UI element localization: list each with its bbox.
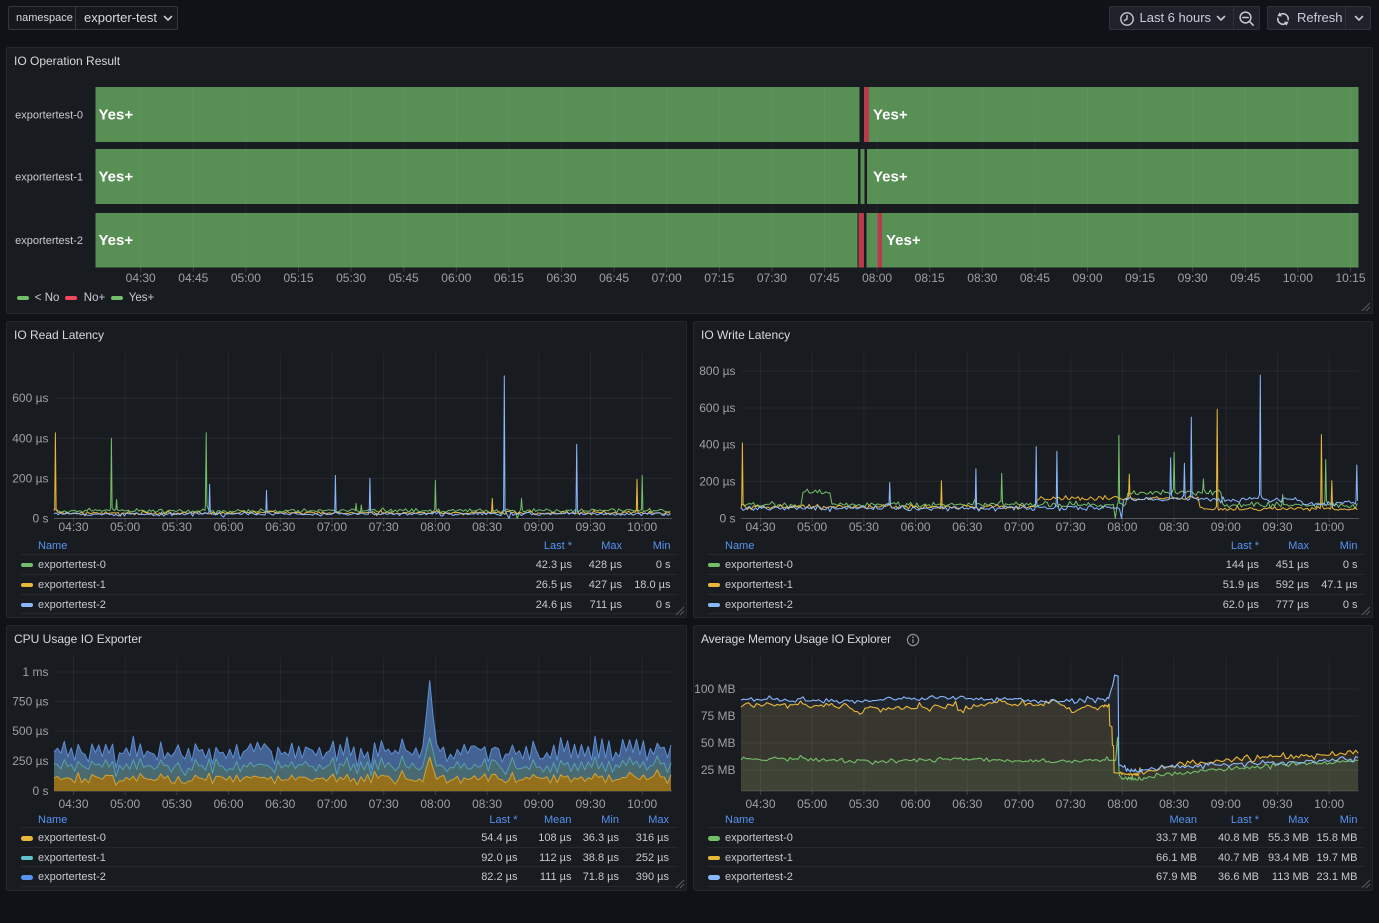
svg-text:08:15: 08:15: [915, 271, 945, 285]
svg-text:Yes+: Yes+: [873, 169, 908, 186]
svg-text:06:15: 06:15: [494, 271, 524, 285]
svg-text:07:30: 07:30: [757, 271, 787, 285]
svg-text:Yes+: Yes+: [99, 232, 134, 249]
svg-text:Yes+: Yes+: [886, 232, 921, 249]
svg-text:08:45: 08:45: [1020, 271, 1050, 285]
svg-text:05:45: 05:45: [389, 271, 419, 285]
svg-text:04:45: 04:45: [178, 271, 208, 285]
svg-text:06:45: 06:45: [599, 271, 629, 285]
svg-text:04:30: 04:30: [126, 271, 156, 285]
svg-text:09:30: 09:30: [1178, 271, 1208, 285]
svg-text:09:45: 09:45: [1230, 271, 1260, 285]
svg-text:10:15: 10:15: [1335, 271, 1365, 285]
svg-text:07:00: 07:00: [652, 271, 682, 285]
svg-text:08:30: 08:30: [967, 271, 997, 285]
svg-text:05:30: 05:30: [336, 271, 366, 285]
svg-text:06:00: 06:00: [441, 271, 471, 285]
svg-text:06:30: 06:30: [546, 271, 576, 285]
svg-text:Yes+: Yes+: [873, 107, 908, 124]
svg-text:exportertest-0: exportertest-0: [15, 110, 83, 122]
svg-text:09:15: 09:15: [1125, 271, 1155, 285]
svg-text:05:00: 05:00: [231, 271, 261, 285]
svg-text:Yes+: Yes+: [99, 107, 134, 124]
svg-text:Yes+: Yes+: [99, 169, 134, 186]
svg-text:08:00: 08:00: [862, 271, 892, 285]
svg-text:07:15: 07:15: [704, 271, 734, 285]
svg-text:09:00: 09:00: [1072, 271, 1102, 285]
svg-text:exportertest-1: exportertest-1: [15, 172, 83, 184]
svg-text:exportertest-2: exportertest-2: [15, 235, 83, 247]
svg-text:07:45: 07:45: [809, 271, 839, 285]
svg-text:05:15: 05:15: [283, 271, 313, 285]
svg-text:10:00: 10:00: [1283, 271, 1313, 285]
